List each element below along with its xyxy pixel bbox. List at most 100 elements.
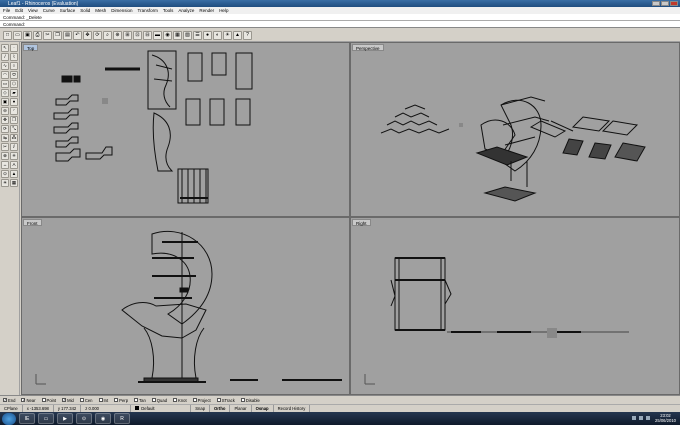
box-icon[interactable]: ▣ <box>1 98 9 106</box>
cut-icon[interactable]: ✂ <box>43 30 52 40</box>
close-button[interactable] <box>670 1 678 6</box>
viewport-top[interactable]: Top <box>21 42 350 217</box>
osnap-strack[interactable]: STrack <box>216 398 235 403</box>
rotate-view-icon[interactable]: ⟳ <box>93 30 102 40</box>
osnap-checkbox[interactable] <box>192 398 197 402</box>
fillet-icon[interactable]: ◜ <box>10 107 18 115</box>
viewport-right[interactable]: Right <box>350 217 680 395</box>
surface-icon[interactable]: ◇ <box>1 89 9 97</box>
osnap-knot[interactable]: Knot <box>173 398 187 403</box>
join-icon[interactable]: ⊕ <box>1 152 9 160</box>
grid-icon[interactable]: ▦ <box>173 30 182 40</box>
menu-help[interactable]: Help <box>219 8 228 13</box>
shaded-icon[interactable]: ● <box>203 30 212 40</box>
rotate-icon[interactable]: ⟳ <box>1 125 9 133</box>
viewport-perspective[interactable]: Perspective <box>350 42 680 217</box>
osnap-int[interactable]: Int <box>98 398 108 403</box>
osnap-checkbox[interactable] <box>216 398 221 402</box>
sphere-icon[interactable]: ● <box>10 98 18 106</box>
taskbar-app[interactable]: ▶ <box>57 413 73 424</box>
light-icon[interactable]: ☀ <box>223 30 232 40</box>
zoom-window-icon[interactable]: ⊕ <box>113 30 122 40</box>
pan-icon[interactable]: ✥ <box>83 30 92 40</box>
light-icon[interactable]: ☀ <box>1 179 9 187</box>
osnap-checkbox[interactable]: ✓ <box>21 398 26 402</box>
boolean-icon[interactable]: ⊖ <box>1 107 9 115</box>
menu-dimension[interactable]: Dimension <box>111 8 132 13</box>
polygon-icon[interactable]: ⬡ <box>10 80 18 88</box>
start-button[interactable] <box>2 412 16 425</box>
help-icon[interactable]: ? <box>243 30 252 40</box>
new-icon[interactable]: □ <box>3 30 12 40</box>
osnap-near[interactable]: ✓ Near <box>21 398 36 403</box>
osnap-checkbox[interactable] <box>173 398 178 402</box>
rectangle-icon[interactable]: ▭ <box>1 80 9 88</box>
array-icon[interactable]: ⁂ <box>10 134 18 142</box>
print-icon[interactable]: ⎙ <box>33 30 42 40</box>
circle-icon[interactable]: ○ <box>10 62 18 70</box>
arc-icon[interactable]: ◠ <box>1 71 9 79</box>
render-icon[interactable]: ▲ <box>10 170 18 178</box>
osnap-tan[interactable]: Tan <box>134 398 146 403</box>
ellipse-icon[interactable]: ⬭ <box>10 71 18 79</box>
mirror-icon[interactable]: ⇋ <box>1 134 9 142</box>
minimize-button[interactable] <box>652 1 660 6</box>
move-icon[interactable]: ✥ <box>1 116 9 124</box>
menu-curve[interactable]: Curve <box>43 8 55 13</box>
osnap-disable[interactable]: Disable <box>240 398 260 403</box>
osnap-checkbox[interactable] <box>79 398 84 402</box>
osnap-cen[interactable]: Cen <box>79 398 93 403</box>
save-icon[interactable]: ▣ <box>23 30 32 40</box>
zoom-selected-icon[interactable]: ⊡ <box>133 30 142 40</box>
four-viewports-icon[interactable]: ⊟ <box>143 30 152 40</box>
osnap-end[interactable]: ✓ End <box>3 398 15 403</box>
maximize-button[interactable] <box>661 1 669 6</box>
osnap-checkbox[interactable] <box>134 398 139 402</box>
osnap-perp[interactable]: Perp <box>114 398 128 403</box>
osnap-checkbox[interactable]: ✓ <box>62 398 67 402</box>
volume-icon[interactable] <box>646 416 650 420</box>
split-icon[interactable]: ⫽ <box>10 143 18 151</box>
osnap-checkbox[interactable] <box>98 398 103 402</box>
osnap-mid[interactable]: ✓ Mid <box>62 398 74 403</box>
osnap-checkbox[interactable] <box>114 398 119 402</box>
car-icon[interactable]: ▬ <box>153 30 162 40</box>
explode-icon[interactable]: ✳ <box>10 152 18 160</box>
osnap-checkbox[interactable]: ✓ <box>3 398 7 402</box>
tray-icon[interactable] <box>639 416 643 420</box>
osnap-checkbox[interactable] <box>41 398 46 402</box>
viewport-label-perspective[interactable]: Perspective <box>352 44 384 51</box>
dimension-icon[interactable]: ↔ <box>1 161 9 169</box>
text-icon[interactable]: A <box>10 161 18 169</box>
menu-surface[interactable]: Surface <box>60 8 76 13</box>
osnap-quad[interactable]: Quad <box>151 398 167 403</box>
osnap-project[interactable]: Project <box>192 398 211 403</box>
viewport-label-top[interactable]: Top <box>23 44 39 51</box>
taskbar-app[interactable]: ▭ <box>38 413 54 424</box>
clock[interactable]: 23:02 25/06/2010 <box>655 413 676 423</box>
mesh-icon[interactable]: ▦ <box>10 179 18 187</box>
zoom-extents-icon[interactable]: ⊞ <box>123 30 132 40</box>
zoom-icon[interactable]: ⌕ <box>103 30 112 40</box>
layer-icon[interactable]: ▧ <box>183 30 192 40</box>
osnap-point[interactable]: Point <box>41 398 56 403</box>
line-icon[interactable]: / <box>1 53 9 61</box>
menu-edit[interactable]: Edit <box>15 8 23 13</box>
open-icon[interactable]: ▭ <box>13 30 22 40</box>
taskbar-app[interactable]: IE <box>19 413 35 424</box>
taskbar-app[interactable]: ⊙ <box>76 413 92 424</box>
undo-icon[interactable]: ↶ <box>73 30 82 40</box>
menu-file[interactable]: File <box>3 8 10 13</box>
menu-solid[interactable]: Solid <box>80 8 90 13</box>
taskbar-app[interactable]: ◉ <box>95 413 111 424</box>
paste-icon[interactable]: ▤ <box>63 30 72 40</box>
scale-icon[interactable]: ⤡ <box>10 125 18 133</box>
menu-transform[interactable]: Transform <box>138 8 158 13</box>
extrude-icon[interactable]: ▰ <box>10 89 18 97</box>
viewport-label-front[interactable]: Front <box>23 219 42 226</box>
copy-icon[interactable]: ❐ <box>10 116 18 124</box>
render-icon[interactable]: ▲ <box>233 30 242 40</box>
menu-view[interactable]: View <box>28 8 38 13</box>
analyze-icon[interactable]: ⊙ <box>1 170 9 178</box>
menu-analyze[interactable]: Analyze <box>178 8 194 13</box>
